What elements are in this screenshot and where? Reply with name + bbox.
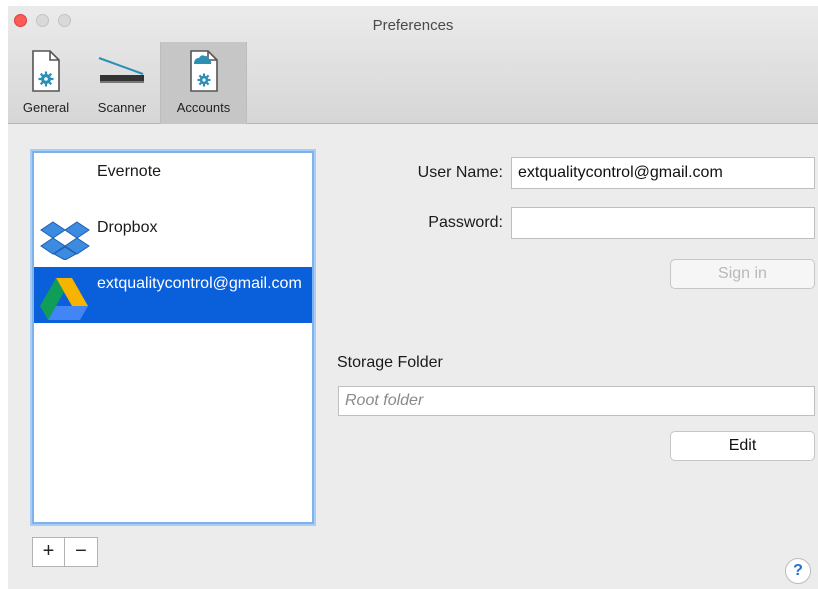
list-item-label: extqualitycontrol@gmail.com [97, 275, 302, 292]
storage-folder-field[interactable] [338, 386, 815, 416]
preferences-window: Preferences General Scanner Accounts Eve… [8, 6, 818, 589]
help-button[interactable]: ? [785, 558, 811, 584]
dropbox-icon [40, 221, 90, 260]
tab-general[interactable]: General [8, 42, 84, 124]
sign-in-button[interactable]: Sign in [670, 259, 815, 289]
tab-scanner-label: Scanner [97, 100, 147, 115]
edit-button[interactable]: Edit [670, 431, 815, 461]
titlebar: Preferences General Scanner Accounts [8, 6, 818, 124]
tab-scanner[interactable]: Scanner [84, 42, 160, 124]
tab-accounts[interactable]: Accounts [160, 42, 247, 124]
password-label: Password: [428, 214, 503, 231]
list-item-evernote[interactable]: Evernote [34, 153, 312, 203]
username-label: User Name: [417, 164, 503, 181]
list-item-dropbox[interactable]: Dropbox [34, 203, 312, 267]
add-remove-bar: + − [32, 537, 98, 567]
username-field[interactable] [511, 157, 815, 189]
general-doc-gear-icon [32, 50, 60, 92]
list-item-label: Evernote [97, 163, 162, 180]
google-drive-icon [40, 278, 88, 320]
password-field[interactable] [511, 207, 815, 239]
window-title: Preferences [372, 17, 454, 34]
add-account-button[interactable]: + [32, 537, 65, 567]
accounts-cloud-doc-icon [189, 50, 218, 92]
remove-account-button[interactable]: − [65, 537, 98, 567]
list-item-label: Dropbox [97, 219, 158, 236]
list-item-google-drive[interactable]: extqualitycontrol@gmail.com [34, 267, 312, 323]
tab-accounts-label: Accounts [176, 100, 231, 115]
scanner-icon [98, 57, 144, 83]
accounts-list[interactable]: Evernote Dropbox extqualitycontrol@gmail [32, 151, 314, 524]
storage-folder-label: Storage Folder [337, 354, 443, 371]
tab-general-label: General [22, 100, 70, 115]
